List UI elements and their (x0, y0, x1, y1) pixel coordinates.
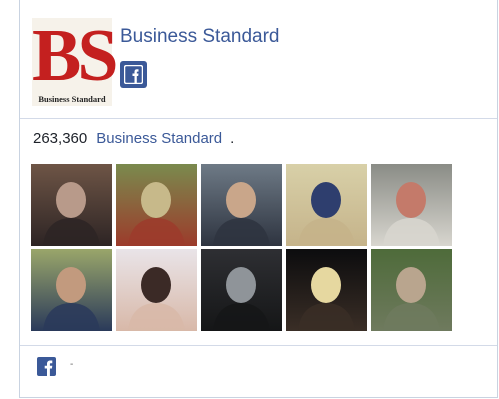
friend-avatar[interactable] (286, 164, 367, 246)
facebook-like-button[interactable] (120, 61, 147, 88)
stats-suffix: . (230, 130, 235, 147)
divider (20, 345, 497, 346)
footer-separator: - (70, 359, 74, 370)
logo-mark: BS (32, 15, 119, 97)
likes-count: 263,360 (33, 130, 88, 147)
like-box: BS Business Standard Business Standard 2… (19, 0, 498, 398)
friend-avatar[interactable] (31, 164, 112, 246)
logo-subtext: Business Standard (38, 94, 106, 104)
friend-avatar[interactable] (371, 164, 452, 246)
friend-avatar[interactable] (201, 164, 282, 246)
page-name-link[interactable]: Business Standard (120, 26, 280, 48)
likes-stats: 263,360 Business Standard. (33, 130, 234, 147)
page-logo[interactable]: BS Business Standard (32, 15, 119, 106)
facebook-icon (124, 65, 143, 84)
facebook-icon (44, 360, 53, 376)
page-link[interactable]: Business Standard (96, 130, 222, 147)
friend-avatar[interactable] (286, 249, 367, 331)
friend-avatar[interactable] (201, 249, 282, 331)
friend-avatar[interactable] (31, 249, 112, 331)
friend-avatar[interactable] (371, 249, 452, 331)
facebook-footer-button[interactable] (37, 357, 56, 376)
divider (20, 118, 497, 119)
friend-avatar[interactable] (116, 164, 197, 246)
friend-avatar[interactable] (116, 249, 197, 331)
